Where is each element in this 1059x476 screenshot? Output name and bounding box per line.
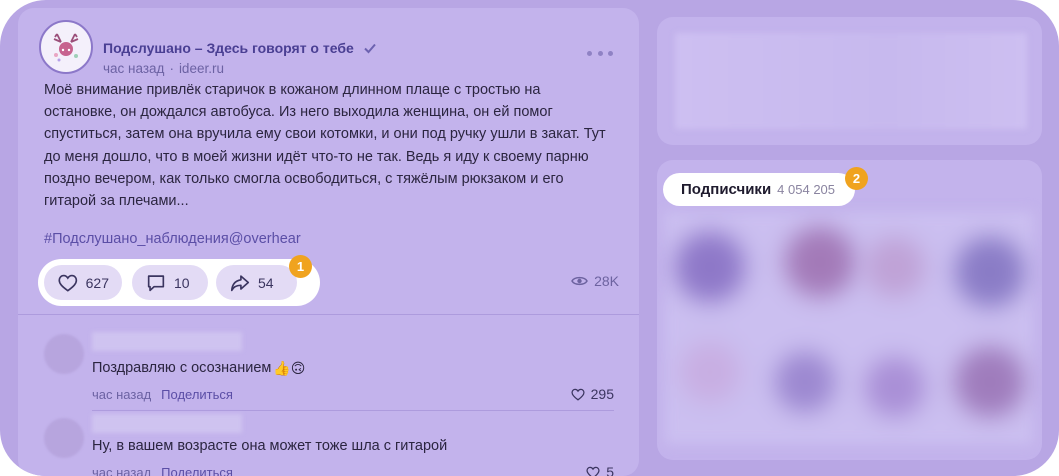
- subscribers-header[interactable]: Подписчики 4 054 205: [663, 173, 855, 206]
- post-meta: час назад · ideer.ru: [103, 61, 224, 76]
- comment-avatar[interactable]: [44, 418, 84, 458]
- eye-icon: [571, 276, 588, 286]
- verified-check-icon: [363, 43, 376, 54]
- post-time[interactable]: час назад: [103, 61, 164, 76]
- views-count: 28K: [594, 273, 619, 289]
- comment-like-button[interactable]: 5: [585, 464, 614, 476]
- comment-like-count: 295: [590, 386, 614, 402]
- comment-like-count: 5: [606, 464, 614, 476]
- subscriber-avatar[interactable]: [865, 237, 925, 297]
- comment-avatar[interactable]: [44, 334, 84, 374]
- comment-meta: час назад Поделиться: [92, 387, 233, 402]
- post-hashtag[interactable]: #Подслушано_наблюдения@overhear: [44, 231, 301, 247]
- comment-item: Ну, в вашем возрасте она может тоже шла …: [44, 412, 614, 476]
- post-source-link[interactable]: ideer.ru: [179, 61, 224, 76]
- group-name-text[interactable]: Подслушано – Здесь говорят о тебе: [103, 40, 354, 56]
- heart-icon: [586, 466, 600, 476]
- annotation-badge-2: 2: [845, 167, 868, 190]
- comment-text: Поздравляю с осознанием 👍🙃: [92, 360, 305, 377]
- views-counter: 28K: [571, 273, 619, 289]
- post-card: Подслушано – Здесь говорят о тебе час на…: [18, 8, 639, 476]
- comment-emoji: 👍🙃: [273, 360, 306, 376]
- blurred-content: [675, 33, 1027, 129]
- subscribers-count: 4 054 205: [777, 182, 836, 197]
- comment-divider: [92, 410, 614, 411]
- comment-time: час назад: [92, 387, 152, 402]
- subscriber-avatar[interactable]: [675, 232, 745, 302]
- comment-text: Ну, в вашем возрасте она может тоже шла …: [92, 438, 448, 454]
- like-button[interactable]: 627: [44, 265, 122, 300]
- post-header: Подслушано – Здесь говорят о тебе час на…: [39, 18, 619, 78]
- share-count: 54: [258, 274, 274, 291]
- screen-frame: Подслушано – Здесь говорят о тебе час на…: [0, 0, 1059, 476]
- group-avatar[interactable]: [39, 20, 93, 74]
- subscriber-avatar[interactable]: [785, 227, 855, 297]
- share-arrow-icon: [230, 274, 250, 291]
- subscriber-avatar[interactable]: [865, 357, 925, 417]
- heart-icon: [58, 274, 78, 292]
- comment-button[interactable]: 10: [132, 265, 208, 300]
- comment-share-link[interactable]: Поделиться: [161, 465, 233, 476]
- group-name[interactable]: Подслушано – Здесь говорят о тебе: [103, 40, 377, 56]
- more-options-icon[interactable]: [587, 46, 613, 60]
- meta-separator: ·: [169, 61, 174, 76]
- comment-text-content: Поздравляю с осознанием: [92, 360, 272, 376]
- post-divider: [18, 314, 639, 315]
- comment-share-link[interactable]: Поделиться: [161, 387, 233, 402]
- heart-icon: [571, 388, 585, 401]
- subscriber-avatar[interactable]: [680, 342, 740, 402]
- subscribers-label: Подписчики: [681, 181, 772, 198]
- subscriber-avatar[interactable]: [955, 347, 1025, 417]
- comment-item: Поздравляю с осознанием 👍🙃 час назад Подел…: [44, 324, 614, 404]
- subscribers-card: Подписчики 4 054 205 2: [657, 160, 1042, 460]
- deer-logo-icon: [53, 33, 79, 62]
- comment-like-button[interactable]: 295: [570, 386, 614, 402]
- comment-time: час назад: [92, 465, 152, 476]
- share-button[interactable]: 54: [216, 265, 297, 300]
- annotation-badge-1: 1: [289, 255, 312, 278]
- comment-count: 10: [174, 274, 190, 291]
- subscriber-avatar[interactable]: [955, 237, 1025, 307]
- comment-icon: [147, 274, 165, 291]
- post-text: Моё внимание привлёк старичок в кожаном …: [44, 82, 606, 210]
- comment-meta: час назад Поделиться: [92, 465, 233, 476]
- subscribers-avatars-blurred[interactable]: [665, 212, 1033, 444]
- comment-author-blurred[interactable]: [92, 414, 242, 433]
- subscriber-avatar[interactable]: [775, 352, 835, 412]
- sidebar-blurred-card: [657, 17, 1042, 145]
- like-count: 627: [85, 274, 109, 291]
- comment-author-blurred[interactable]: [92, 332, 242, 351]
